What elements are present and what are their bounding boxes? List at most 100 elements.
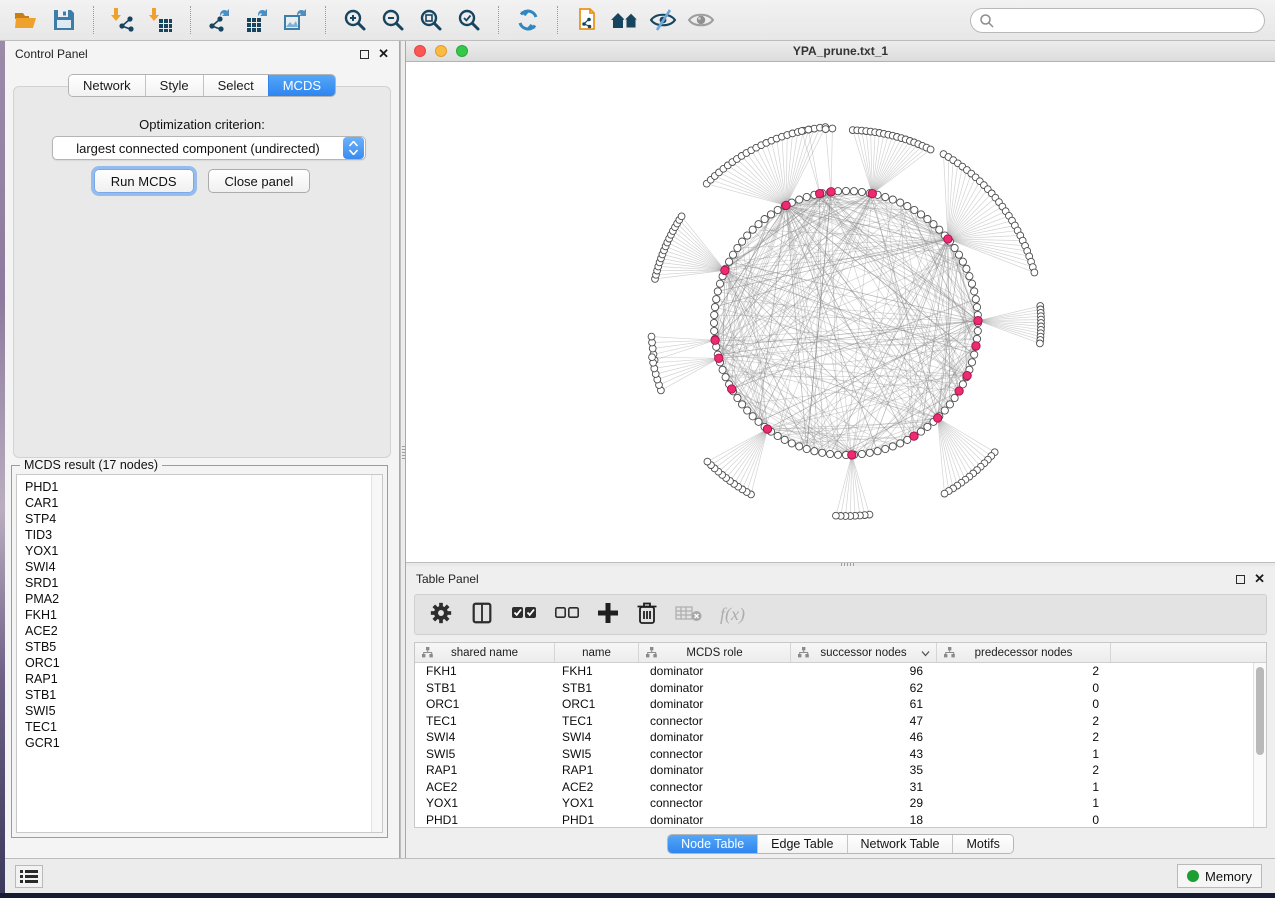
mcds-result-node[interactable]: TEC1 (17, 719, 382, 735)
network-node[interactable] (774, 432, 781, 439)
table-row[interactable]: SWI5SWI5connector431 (415, 746, 1253, 763)
tab-mcds[interactable]: MCDS (268, 75, 335, 96)
table-settings-gear-icon[interactable] (429, 601, 453, 628)
table-row[interactable]: ORC1ORC1dominator610 (415, 696, 1253, 713)
network-leaf-node[interactable] (829, 125, 836, 132)
network-node[interactable] (924, 216, 931, 223)
create-column-plus-icon[interactable] (597, 602, 619, 627)
network-node[interactable] (971, 351, 978, 358)
column-header-successor-nodes[interactable]: successor nodes (791, 643, 937, 662)
network-node[interactable] (774, 206, 781, 213)
mcds-hub-node[interactable] (963, 371, 971, 379)
network-node[interactable] (963, 265, 970, 272)
mcds-result-node[interactable]: SWI4 (17, 559, 382, 575)
network-node[interactable] (711, 304, 718, 311)
network-leaf-node[interactable] (798, 128, 805, 135)
mcds-result-node[interactable]: CAR1 (17, 495, 382, 511)
mcds-hub-node[interactable] (711, 336, 719, 344)
network-node[interactable] (897, 440, 904, 447)
network-node[interactable] (968, 280, 975, 287)
network-leaf-node[interactable] (833, 512, 840, 519)
float-panel-icon[interactable] (360, 50, 369, 59)
table-row[interactable]: YOX1YOX1connector291 (415, 795, 1253, 812)
network-node[interactable] (866, 449, 873, 456)
network-node[interactable] (749, 413, 756, 420)
table-row[interactable]: ACE2ACE2connector311 (415, 779, 1253, 796)
network-node[interactable] (755, 221, 762, 228)
close-panel-icon[interactable]: ✕ (1254, 574, 1265, 584)
network-node[interactable] (911, 206, 918, 213)
memory-button[interactable]: Memory (1177, 864, 1262, 888)
network-leaf-node[interactable] (649, 354, 656, 361)
show-all-eye-icon[interactable] (685, 4, 717, 36)
zoom-in-icon[interactable] (339, 4, 371, 36)
tab-style[interactable]: Style (145, 75, 203, 96)
search-input[interactable] (995, 11, 1264, 31)
network-node[interactable] (803, 193, 810, 200)
table-row[interactable]: RAP1RAP1dominator352 (415, 762, 1253, 779)
network-node[interactable] (897, 199, 904, 206)
mcds-result-node[interactable]: STP4 (17, 511, 382, 527)
column-header-name[interactable]: name (555, 643, 639, 662)
delete-column-trash-icon[interactable] (636, 601, 658, 628)
network-node[interactable] (734, 394, 741, 401)
table-row[interactable]: STB1STB1dominator620 (415, 680, 1253, 697)
network-node[interactable] (819, 449, 826, 456)
select-all-icon[interactable] (511, 603, 537, 626)
network-node[interactable] (744, 232, 751, 239)
export-network-icon[interactable] (204, 4, 236, 36)
save-session-icon[interactable] (48, 4, 80, 36)
network-node[interactable] (917, 428, 924, 435)
network-node[interactable] (711, 311, 718, 318)
table-row[interactable]: SWI4SWI4dominator462 (415, 729, 1253, 746)
network-window-titlebar[interactable]: YPA_prune.txt_1 (406, 41, 1275, 62)
export-table-icon[interactable] (242, 4, 274, 36)
network-node[interactable] (761, 216, 768, 223)
network-leaf-node[interactable] (822, 126, 829, 133)
network-node[interactable] (959, 258, 966, 265)
mcds-hub-node[interactable] (972, 342, 980, 350)
network-node[interactable] (755, 418, 762, 425)
mcds-result-node[interactable]: STB1 (17, 687, 382, 703)
network-node[interactable] (904, 203, 911, 210)
apply-layout-icon[interactable] (512, 4, 544, 36)
mcds-result-node[interactable]: RAP1 (17, 671, 382, 687)
mcds-result-node[interactable]: FKH1 (17, 607, 382, 623)
mcds-hub-node[interactable] (955, 387, 963, 395)
tab-select[interactable]: Select (203, 75, 268, 96)
network-node[interactable] (951, 244, 958, 251)
mcds-hub-node[interactable] (868, 189, 876, 197)
network-node[interactable] (796, 196, 803, 203)
network-node[interactable] (796, 443, 803, 450)
run-mcds-button[interactable]: Run MCDS (94, 169, 194, 193)
table-row[interactable]: FKH1FKH1dominator962 (415, 663, 1253, 680)
network-node[interactable] (882, 193, 889, 200)
mcds-result-node[interactable]: ORC1 (17, 655, 382, 671)
mcds-hub-node[interactable] (816, 189, 824, 197)
hide-selected-eye-slash-icon[interactable] (647, 4, 679, 36)
network-leaf-node[interactable] (1037, 340, 1044, 347)
deselect-all-icon[interactable] (554, 603, 580, 626)
export-image-icon[interactable] (280, 4, 312, 36)
network-node[interactable] (711, 327, 718, 334)
mcds-hub-node[interactable] (763, 425, 771, 433)
mcds-result-node[interactable]: GCR1 (17, 735, 382, 751)
network-node[interactable] (739, 238, 746, 245)
network-leaf-node[interactable] (805, 126, 812, 133)
network-node[interactable] (803, 445, 810, 452)
import-table-icon[interactable] (145, 4, 177, 36)
network-node[interactable] (966, 273, 973, 280)
maximize-window-icon[interactable] (456, 45, 468, 57)
network-node[interactable] (767, 211, 774, 218)
minimize-window-icon[interactable] (435, 45, 447, 57)
mcds-hub-node[interactable] (974, 317, 982, 325)
network-node[interactable] (781, 436, 788, 443)
close-panel-button[interactable]: Close panel (208, 169, 311, 193)
table-body[interactable]: FKH1FKH1dominator962STB1STB1dominator620… (415, 663, 1253, 827)
network-leaf-node[interactable] (704, 458, 711, 465)
network-node[interactable] (811, 448, 818, 455)
mcds-hub-node[interactable] (827, 188, 835, 196)
tab-network[interactable]: Network (69, 75, 145, 96)
network-node[interactable] (858, 188, 865, 195)
first-neighbors-icon[interactable] (609, 4, 641, 36)
